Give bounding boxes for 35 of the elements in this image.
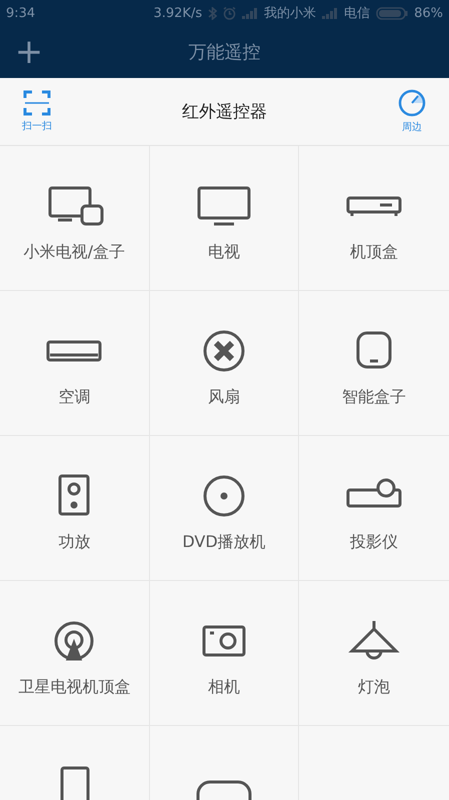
- device-tile[interactable]: DVD播放机: [150, 436, 300, 581]
- air-conditioner-icon: [46, 340, 102, 362]
- device-tile[interactable]: 电视: [150, 146, 300, 291]
- device-tile[interactable]: 风扇: [150, 291, 300, 436]
- smart-box-icon: [356, 332, 392, 368]
- device-tile[interactable]: 卫星电视机顶盒: [0, 581, 150, 726]
- camera-icon: [202, 626, 246, 656]
- tv-with-box-icon: [48, 186, 104, 226]
- fan-icon: [203, 330, 244, 372]
- radar-icon: [398, 89, 426, 117]
- add-button[interactable]: +: [14, 35, 44, 69]
- tv-icon: [197, 186, 250, 226]
- projector-icon: [346, 478, 402, 508]
- satellite-icon: [54, 622, 94, 660]
- app-title: 万能遥控: [188, 41, 262, 64]
- bluetooth-icon: [208, 6, 218, 20]
- device-tile[interactable]: 小米电视/盒子: [0, 146, 150, 291]
- network-speed: 3.92K/s: [153, 6, 202, 20]
- scan-icon: [23, 90, 51, 116]
- battery-icon: [376, 6, 408, 20]
- device-tile[interactable]: 空调: [0, 291, 150, 436]
- battery-percent: 86%: [414, 6, 443, 20]
- signal-icon: [242, 8, 258, 18]
- device-tile[interactable]: 功放: [0, 436, 150, 581]
- set-top-box-icon: [346, 196, 402, 218]
- lamp-icon: [350, 620, 398, 660]
- status-time: 9:34: [6, 6, 36, 20]
- panel-title: 红外遥控器: [181, 101, 268, 123]
- signal-icon: [322, 8, 338, 18]
- carrier-name: 电信: [344, 5, 370, 22]
- device-tile[interactable]: 相机: [150, 581, 300, 726]
- disc-icon: [203, 476, 244, 516]
- carrier-name: 我的小米: [264, 5, 316, 22]
- speaker-icon: [58, 474, 90, 516]
- alarm-icon: [223, 6, 236, 20]
